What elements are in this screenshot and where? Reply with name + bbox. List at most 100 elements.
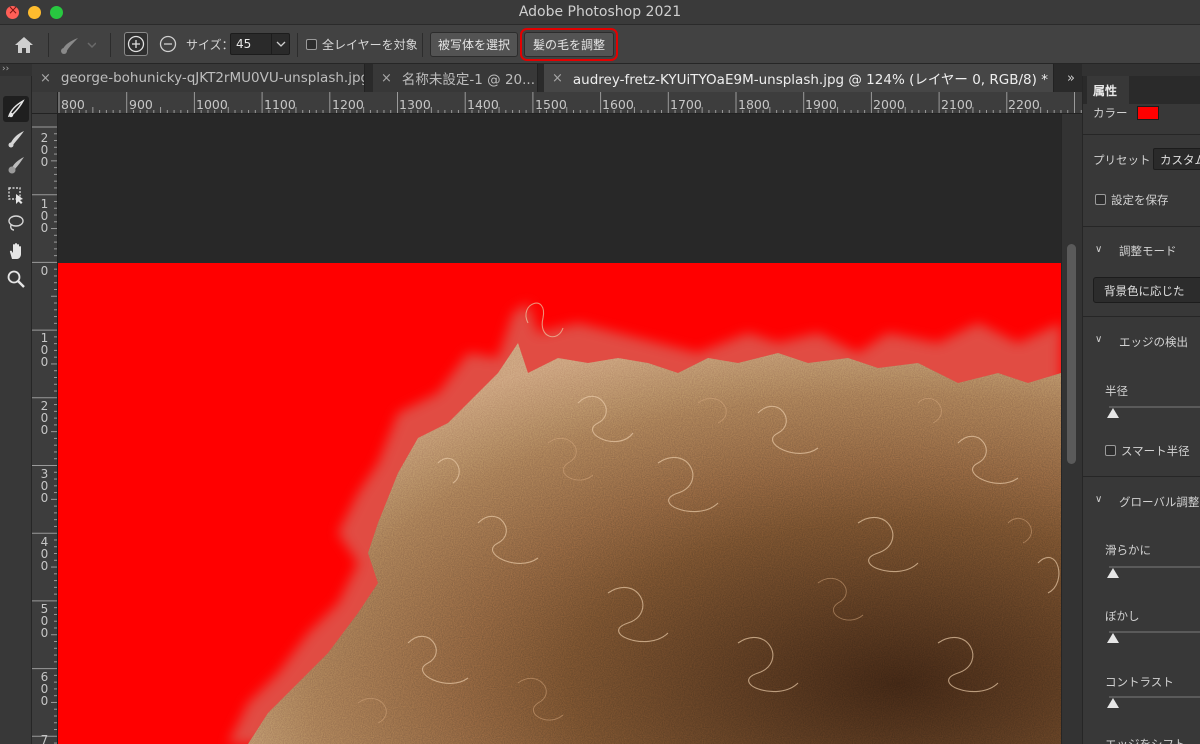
feather-slider-thumb[interactable] bbox=[1107, 633, 1119, 643]
ruler-tick-label: 300 bbox=[40, 467, 49, 505]
ruler-tick-label: 2000 bbox=[873, 97, 905, 112]
ruler-tick-label: 400 bbox=[40, 535, 49, 573]
title-bar: Adobe Photoshop 2021 bbox=[0, 0, 1200, 25]
close-tab-icon[interactable]: × bbox=[552, 71, 563, 86]
all-layers-option[interactable]: 全レイヤーを対象 bbox=[306, 25, 418, 64]
feather-label: ぼかし bbox=[1105, 609, 1140, 623]
separator bbox=[297, 33, 298, 57]
refine-hair-button[interactable]: 髪の毛を調整 bbox=[520, 28, 618, 61]
select-subject-button[interactable]: 被写体を選択 bbox=[430, 32, 518, 57]
panel-header: 属性 bbox=[1083, 76, 1200, 104]
add-to-selection-icon[interactable] bbox=[124, 32, 148, 56]
ruler-tick-label: 1700 bbox=[670, 97, 702, 112]
smart-radius-checkbox[interactable] bbox=[1105, 445, 1116, 456]
smooth-label: 滑らかに bbox=[1105, 543, 1151, 557]
ruler-tick-label: 100 bbox=[40, 197, 49, 235]
hand-tool-icon[interactable] bbox=[3, 238, 29, 264]
contrast-slider-thumb[interactable] bbox=[1107, 698, 1119, 708]
smooth-slider-track[interactable] bbox=[1109, 566, 1200, 568]
edge-detect-label: エッジの検出 bbox=[1119, 335, 1188, 349]
ruler-tick-label: 1200 bbox=[332, 97, 364, 112]
ruler-tick-label: 500 bbox=[40, 602, 49, 640]
ruler-tick-label: 1300 bbox=[399, 97, 431, 112]
home-icon[interactable] bbox=[14, 25, 36, 64]
chevron-down-icon[interactable] bbox=[271, 34, 289, 54]
close-tab-icon[interactable]: × bbox=[381, 71, 392, 86]
smart-radius-label: スマート半径 bbox=[1121, 444, 1190, 458]
brush-size-value: 45 bbox=[236, 37, 252, 51]
ruler-tick-label: 100 bbox=[40, 331, 49, 369]
preset-label: プリセット bbox=[1093, 153, 1151, 167]
adjust-mode-label: 調整モード bbox=[1119, 244, 1177, 258]
document-canvas[interactable] bbox=[58, 263, 1061, 744]
radius-slider-thumb[interactable] bbox=[1107, 408, 1119, 418]
collapse-toolbar-icon[interactable]: ›› bbox=[0, 64, 32, 76]
size-label: サイズ： bbox=[186, 38, 234, 52]
color-label: カラー bbox=[1093, 106, 1128, 120]
ruler-tick-label: 1500 bbox=[535, 97, 567, 112]
properties-panel: 属性 カラー プリセット カスタム 設定を保存 ∨ 調整モード 背景色に応じた … bbox=[1082, 76, 1200, 744]
all-layers-checkbox[interactable] bbox=[306, 39, 317, 50]
ruler-tick-label: 1600 bbox=[602, 97, 634, 112]
hair-photo-overlay bbox=[228, 302, 1061, 744]
all-layers-label: 全レイヤーを対象 bbox=[322, 38, 418, 52]
separator bbox=[422, 33, 423, 57]
ruler-tick-label: 7 bbox=[40, 733, 49, 744]
divider bbox=[1083, 316, 1200, 317]
ruler-tick-label: 1800 bbox=[738, 97, 770, 112]
separator bbox=[110, 33, 111, 57]
ruler-tick-label: 2200 bbox=[1008, 97, 1040, 112]
brush-tool-icon[interactable] bbox=[3, 126, 29, 152]
contrast-slider-track[interactable] bbox=[1109, 696, 1200, 698]
preset-select[interactable]: カスタム bbox=[1153, 148, 1200, 170]
ruler-tick-label: 200 bbox=[40, 399, 49, 437]
tab-properties[interactable]: 属性 bbox=[1087, 76, 1129, 104]
refine-edge-brush-tool-icon[interactable] bbox=[3, 96, 29, 122]
canvas-area[interactable] bbox=[58, 114, 1061, 744]
brush-size-input[interactable]: 45 bbox=[230, 33, 290, 55]
object-selection-tool-icon[interactable] bbox=[3, 182, 29, 208]
document-tab[interactable]: × 名称未設定-1 @ 20... bbox=[373, 64, 538, 92]
options-bar: サイズ： 45 全レイヤーを対象 被写体を選択 髪の毛を調整 bbox=[0, 25, 1200, 64]
document-tab-active[interactable]: × audrey-fretz-KYUiTYOaE9M-unsplash.jpg … bbox=[544, 64, 1054, 92]
shift-edge-label: エッジをシフト bbox=[1105, 737, 1186, 744]
brush-preset-picker[interactable] bbox=[58, 25, 100, 64]
ruler-tick-label: 1900 bbox=[805, 97, 837, 112]
divider bbox=[1083, 476, 1200, 477]
tools-panel bbox=[0, 76, 32, 744]
adjust-mode-select[interactable]: 背景色に応じた bbox=[1093, 277, 1200, 303]
global-adjust-label: グローバル調整 bbox=[1119, 495, 1200, 509]
lasso-tool-icon[interactable] bbox=[3, 210, 29, 236]
ruler-tick-label: 600 bbox=[40, 670, 49, 708]
horizontal-ruler[interactable]: 800 900 1000 1100 1200 1300 1400 1500 16… bbox=[58, 92, 1082, 114]
ruler-origin[interactable] bbox=[32, 92, 58, 114]
object-selection-brush-icon[interactable] bbox=[3, 152, 29, 178]
vertical-scrollbar[interactable] bbox=[1061, 114, 1082, 744]
document-tab[interactable]: × george-bohunicky-qJKT2rMU0VU-unsplash.… bbox=[32, 64, 365, 92]
radius-label: 半径 bbox=[1105, 384, 1128, 398]
tab-label: george-bohunicky-qJKT2rMU0VU-unsplash.jp… bbox=[60, 70, 365, 86]
ruler-tick-label: 900 bbox=[129, 97, 153, 112]
chevron-down-icon[interactable]: ∨ bbox=[1095, 244, 1102, 255]
ruler-tick-label: 200 bbox=[40, 131, 49, 169]
radius-slider-track[interactable] bbox=[1109, 406, 1200, 408]
more-tabs-icon[interactable]: » bbox=[1060, 64, 1082, 92]
smooth-slider-thumb[interactable] bbox=[1107, 568, 1119, 578]
save-settings-checkbox[interactable] bbox=[1095, 194, 1106, 205]
feather-slider-track[interactable] bbox=[1109, 631, 1200, 633]
document-tab-bar: × george-bohunicky-qJKT2rMU0VU-unsplash.… bbox=[32, 64, 1082, 92]
subtract-from-selection-icon[interactable] bbox=[156, 32, 180, 56]
divider bbox=[1083, 226, 1200, 227]
tab-label: 名称未設定-1 @ 20... bbox=[401, 72, 536, 88]
zoom-tool-icon[interactable] bbox=[3, 266, 29, 292]
overlay-color-swatch[interactable] bbox=[1137, 106, 1159, 120]
close-tab-icon[interactable]: × bbox=[40, 71, 51, 86]
divider bbox=[1083, 134, 1200, 135]
ruler-tick-label: 1100 bbox=[264, 97, 296, 112]
save-settings-label: 設定を保存 bbox=[1111, 193, 1169, 207]
chevron-down-icon[interactable]: ∨ bbox=[1095, 334, 1102, 345]
scrollbar-thumb[interactable] bbox=[1067, 244, 1076, 464]
vertical-ruler[interactable]: 200 100 0 100 200 300 400 500 600 7 bbox=[32, 114, 58, 744]
separator bbox=[48, 33, 49, 57]
chevron-down-icon[interactable]: ∨ bbox=[1095, 494, 1102, 505]
